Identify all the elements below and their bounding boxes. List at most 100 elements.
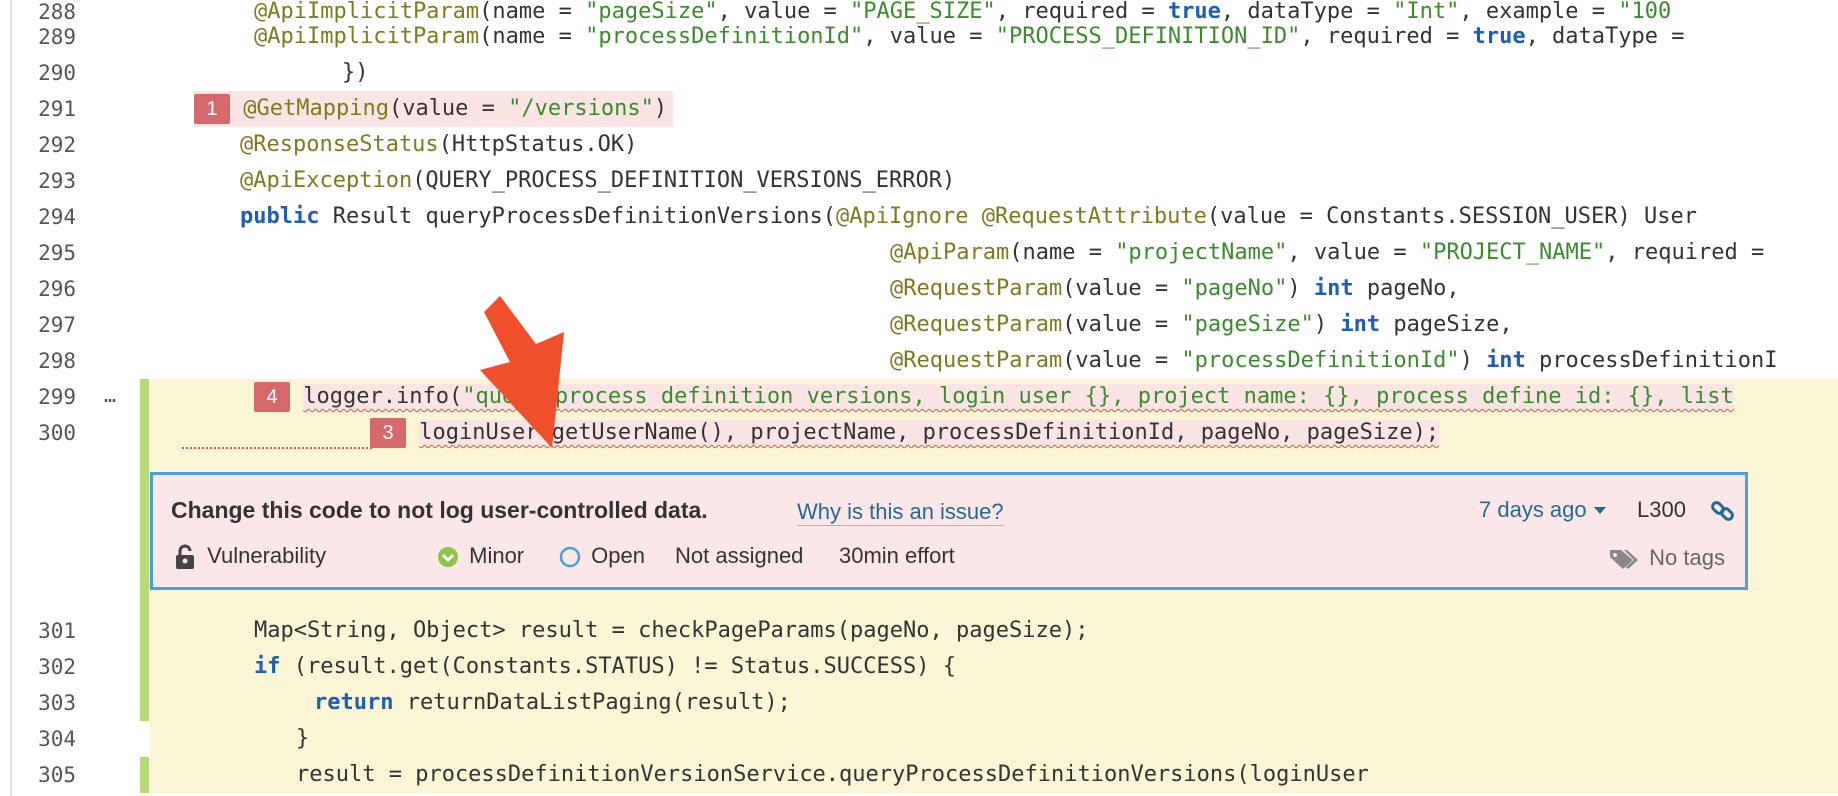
- line-number: 300: [38, 421, 76, 445]
- code-text: @ApiException(QUERY_PROCESS_DEFINITION_V…: [240, 163, 955, 199]
- code-token: (value = Constants.SESSION_USER) User: [1206, 204, 1697, 229]
- code-text: @ApiImplicitParam(name = "processDefinit…: [254, 19, 1685, 55]
- issue-message[interactable]: Change this code to not log user-control…: [171, 497, 708, 524]
- code-line-299: 299 … 4 logger.info("query process defin…: [12, 379, 1838, 415]
- squiggle-indent: [182, 443, 372, 449]
- issue-effort: 30min effort: [839, 543, 955, 568]
- code-line-302: 302 if (result.get(Constants.STATUS) != …: [12, 649, 1838, 685]
- code-line-291: 291 1 @GetMapping(value = "/versions"): [12, 91, 1838, 127]
- line-number: 303: [38, 691, 76, 715]
- keyword: if: [254, 654, 281, 679]
- code-token: (value =: [1062, 276, 1182, 301]
- code-line-303: 303 return returnDataListPaging(result);: [12, 685, 1838, 721]
- annotation: @ApiParam: [890, 240, 1010, 265]
- minor-severity-icon: [438, 547, 458, 568]
- line-number: 297: [38, 313, 76, 337]
- expand-ellipsis[interactable]: …: [104, 379, 116, 415]
- code-line-304: 304 }: [12, 721, 1838, 757]
- lock-open-icon: [176, 544, 194, 570]
- line-number: 302: [38, 655, 76, 679]
- code-line-289: 289 @ApiImplicitParam(name = "processDef…: [12, 19, 1838, 55]
- line-number: 289: [38, 25, 76, 49]
- code-text: @ResponseStatus(HttpStatus.OK): [240, 127, 637, 163]
- code-token: , dataType =: [1525, 24, 1685, 49]
- code-token: (result.get(Constants.STATUS) != Status.…: [280, 654, 957, 679]
- string-literal: "/versions": [508, 96, 654, 121]
- code-token: logger.info(: [303, 384, 463, 409]
- code-token: (value =: [388, 96, 509, 121]
- code-text: if (result.get(Constants.STATUS) != Stat…: [254, 649, 956, 685]
- code-text: return returnDataListPaging(result);: [314, 685, 791, 721]
- issue-panel[interactable]: Change this code to not log user-control…: [150, 472, 1748, 590]
- code-token: , value =: [863, 24, 996, 49]
- changed-line-bar: [140, 415, 149, 451]
- code-line-294: 294 public Result queryProcessDefinition…: [12, 199, 1838, 235]
- link-icon[interactable]: [1709, 497, 1737, 530]
- code-token: Result queryProcessDefinitionVersions(: [319, 204, 837, 229]
- annotation: @ResponseStatus: [240, 132, 439, 157]
- keyword: int: [1486, 348, 1526, 373]
- keyword: int: [1313, 276, 1354, 301]
- issue-severity-label: Minor: [469, 543, 525, 568]
- code-token: ): [1313, 312, 1341, 337]
- line-number: 305: [38, 763, 76, 787]
- code-token: pageNo,: [1353, 276, 1460, 301]
- string-literal: "processDefinitionId": [1181, 348, 1460, 373]
- issue-location-marker[interactable]: 1: [194, 94, 230, 124]
- code-token: (value =: [1062, 312, 1182, 337]
- keyword: int: [1340, 312, 1381, 337]
- line-number: 294: [38, 205, 76, 229]
- code-token: (HttpStatus.OK): [438, 132, 638, 157]
- changed-line-bar: [140, 685, 149, 721]
- issue-assignee[interactable]: Not assigned: [675, 541, 803, 571]
- string-literal: "processDefinitionId": [585, 24, 864, 49]
- issue-location-marker[interactable]: 4: [254, 382, 290, 412]
- issue-status-label: Open: [591, 543, 645, 568]
- arrow-pointer: [480, 296, 564, 448]
- code-token: ): [1287, 276, 1314, 301]
- issue-tags[interactable]: No tags: [1609, 543, 1725, 573]
- issue-status[interactable]: Open: [559, 541, 645, 571]
- keyword: return: [314, 690, 394, 715]
- code-token: ): [1459, 348, 1487, 373]
- code-text: @RequestParam(value = "processDefinition…: [890, 343, 1777, 379]
- annotation: @RequestParam: [890, 312, 1063, 337]
- code-token: (name =: [479, 24, 586, 49]
- line-number: 296: [38, 277, 76, 301]
- code-line-296: 296 @RequestParam(value = "pageNo") int …: [12, 271, 1838, 307]
- open-status-icon: [559, 546, 581, 568]
- issue-date-dropdown[interactable]: 7 days ago: [1479, 497, 1607, 523]
- issue-location-marker[interactable]: 3: [370, 418, 406, 448]
- code-line-290: 290 }): [12, 55, 1838, 91]
- annotation: @ApiImplicitParam: [254, 24, 480, 49]
- why-is-this-an-issue-link[interactable]: Why is this an issue?: [797, 499, 1004, 526]
- changed-line-bar: [140, 379, 149, 415]
- annotation: @ApiException: [240, 168, 413, 193]
- line-number: 298: [38, 349, 76, 373]
- issue-type[interactable]: Vulnerability: [175, 541, 326, 571]
- line-number: 292: [38, 133, 76, 157]
- issue-line-number: L300: [1637, 497, 1686, 522]
- issue-type-label: Vulnerability: [207, 543, 327, 568]
- line-number: 291: [38, 97, 76, 121]
- code-line-293: 293 @ApiException(QUERY_PROCESS_DEFINITI…: [12, 163, 1838, 199]
- line-number: 304: [38, 727, 76, 751]
- string-literal: "PROJECT_NAME": [1419, 240, 1606, 265]
- code-line-305: 305 result = processDefinitionVersionSer…: [12, 757, 1838, 793]
- code-text: }: [296, 726, 310, 751]
- line-number: 290: [38, 61, 76, 85]
- line-number: 299: [38, 385, 76, 409]
- caret-down-icon: [1593, 507, 1606, 515]
- code-line-298: 298 @RequestParam(value = "processDefini…: [12, 343, 1838, 379]
- code-token: ): [653, 96, 668, 121]
- issue-severity[interactable]: Minor: [437, 541, 524, 571]
- annotation: @RequestParam: [890, 348, 1063, 373]
- annotation: @RequestAttribute: [981, 204, 1207, 229]
- code-line-292: 292 @ResponseStatus(HttpStatus.OK): [12, 127, 1838, 163]
- code-text: }): [236, 60, 369, 85]
- keyword: public: [240, 204, 320, 229]
- code-text: result = processDefinitionVersionService…: [296, 762, 1369, 787]
- string-literal: "projectName": [1115, 240, 1288, 265]
- changed-line-bar: [140, 757, 149, 793]
